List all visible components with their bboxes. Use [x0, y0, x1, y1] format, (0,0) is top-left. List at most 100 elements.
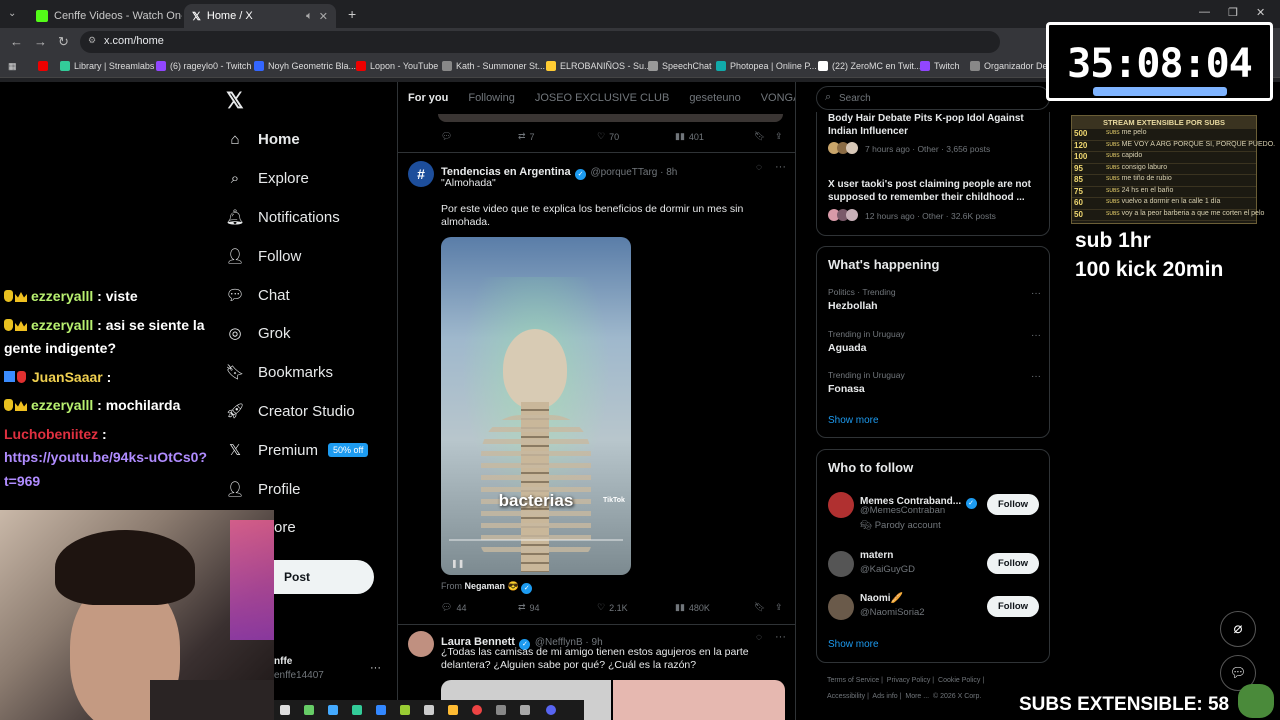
reply-button[interactable]: 💬︎ 44: [441, 602, 466, 613]
taskbar-app-icon[interactable]: [424, 705, 434, 715]
bookmark-youtube[interactable]: [38, 61, 48, 71]
bookmark-icon[interactable]: 🔖︎: [754, 602, 765, 613]
reply-icon[interactable]: 💬︎: [441, 131, 452, 142]
minimize-icon[interactable]: —: [1199, 6, 1210, 18]
nav-follow[interactable]: 👤︎ Follow: [225, 247, 301, 266]
repost-button[interactable]: ⇄ 94: [518, 602, 540, 613]
nav-explore[interactable]: ⌕ Explore: [226, 169, 309, 187]
suggestion-name[interactable]: Naomi🥖: [860, 593, 903, 604]
site-info-icon[interactable]: ⚙︎: [88, 35, 96, 46]
apps-icon[interactable]: ▦: [8, 61, 17, 72]
grok-icon[interactable]: ◌: [756, 162, 762, 173]
avatar[interactable]: #: [408, 161, 434, 187]
news-title[interactable]: X user taoki's post claiming people are …: [828, 178, 1043, 204]
bookmark-item[interactable]: Kath - Summoner St...: [442, 61, 545, 71]
taskbar-app-icon[interactable]: [328, 705, 338, 715]
reload-icon[interactable]: ↻: [58, 34, 69, 50]
play-pause-icon[interactable]: ❚❚: [451, 559, 464, 568]
taskbar-app-icon[interactable]: [304, 705, 314, 715]
bookmark-item[interactable]: Photopea | Online P...: [716, 61, 817, 71]
restore-icon[interactable]: ❐: [1228, 6, 1238, 19]
trend-name[interactable]: Fonasa: [828, 383, 865, 395]
show-more-link[interactable]: Show more: [828, 415, 879, 426]
footer-link[interactable]: Cookie Policy: [938, 677, 980, 684]
chat-link[interactable]: https://youtu.be/94ks-uOtCs0?: [4, 449, 207, 465]
share-icon[interactable]: ⇪: [775, 602, 783, 613]
tab-list[interactable]: geseteuno: [679, 82, 750, 114]
bookmark-item[interactable]: Organizador De Z: [970, 61, 1056, 71]
nav-creator-studio[interactable]: 🚀︎ Creator Studio: [225, 402, 354, 421]
nav-chat[interactable]: 💬︎ Chat: [225, 286, 289, 305]
avatar[interactable]: [828, 551, 854, 577]
bookmark-item[interactable]: Library | Streamlabs: [60, 61, 154, 71]
post-image[interactable]: [613, 680, 785, 720]
search-box[interactable]: ⌕ Search: [816, 86, 1050, 110]
nav-more[interactable]: ore: [274, 519, 296, 536]
x-logo-icon[interactable]: 𝕏: [226, 88, 244, 114]
bookmark-item[interactable]: (22) ZeroMC en Twit...: [818, 61, 921, 71]
nav-home[interactable]: ⌂ Home: [226, 130, 299, 148]
tab-search-icon[interactable]: ⌄: [8, 8, 16, 19]
bookmark-item[interactable]: Twitch: [920, 61, 960, 71]
suggestion-name[interactable]: matern: [860, 550, 893, 561]
footer-link[interactable]: Terms of Service: [827, 677, 879, 684]
grok-float-button[interactable]: ⌀: [1220, 611, 1256, 647]
tab-for-you[interactable]: For you: [398, 82, 458, 114]
trend-name[interactable]: Aguada: [828, 342, 867, 354]
taskbar-app-icon[interactable]: [448, 705, 458, 715]
author-handle[interactable]: @porqueTTarg · 8h: [591, 167, 678, 178]
speaker-icon[interactable]: 🔈︎: [306, 10, 313, 23]
taskbar-app-icon[interactable]: [352, 705, 362, 715]
close-icon[interactable]: ✕: [319, 10, 328, 23]
follow-button[interactable]: Follow: [987, 553, 1039, 574]
views-button[interactable]: ▮▮ 401: [675, 131, 704, 142]
address-bar[interactable]: ⚙︎ x.com/home: [80, 31, 1000, 53]
taskbar-app-icon[interactable]: [376, 705, 386, 715]
footer-link[interactable]: More ...: [905, 693, 929, 700]
taskbar-app-icon[interactable]: [520, 705, 530, 715]
views-button[interactable]: ▮▮ 480K: [675, 602, 710, 613]
taskbar-app-icon[interactable]: [496, 705, 506, 715]
nav-grok[interactable]: ◎ Grok: [226, 324, 290, 343]
follow-button[interactable]: Follow: [987, 494, 1039, 515]
avatar[interactable]: [408, 631, 434, 657]
taskbar-app-icon[interactable]: [280, 705, 290, 715]
post-button[interactable]: Post: [274, 560, 374, 594]
tab-list[interactable]: JOSEO EXCLUSIVE CLUB: [525, 82, 680, 114]
bookmark-item[interactable]: Noyh Geometric Bla...: [254, 61, 356, 71]
tab-list[interactable]: VONGANG: [751, 82, 795, 114]
repost-button[interactable]: ⇄ 7: [518, 131, 535, 142]
more-icon[interactable]: ···: [1031, 371, 1041, 382]
chrome-taskbar-icon[interactable]: [472, 705, 482, 715]
share-icon[interactable]: ⇪: [775, 131, 783, 142]
like-button[interactable]: ♡ 2.1K: [597, 602, 628, 613]
news-title[interactable]: Body Hair Debate Pits K-pop Idol Against…: [828, 112, 1043, 138]
tab-x-home[interactable]: 𝕏 Home / X 🔈︎ ✕: [184, 4, 336, 28]
nav-bookmarks[interactable]: 🔖︎ Bookmarks: [225, 363, 333, 382]
tab-following[interactable]: Following: [458, 82, 524, 114]
post-video[interactable]: bacterias TikTok ❚❚: [441, 237, 631, 575]
back-icon[interactable]: ←: [10, 34, 23, 49]
like-button[interactable]: ♡ 70: [597, 131, 619, 142]
video-progress[interactable]: [449, 539, 623, 541]
more-icon[interactable]: ···: [775, 631, 786, 643]
nav-premium[interactable]: 𝕏 Premium 50% off: [226, 441, 369, 459]
grok-icon[interactable]: ◌: [756, 632, 762, 643]
discord-taskbar-icon[interactable]: [546, 705, 556, 715]
more-icon[interactable]: ···: [1031, 330, 1041, 341]
bookmark-item[interactable]: ELROBANIÑOS - Su...: [546, 61, 652, 71]
bookmark-item[interactable]: SpeechChat: [648, 61, 712, 71]
more-icon[interactable]: ···: [1031, 288, 1041, 299]
tab-kick[interactable]: Cenffe Videos - Watch On-Dem ✕: [28, 4, 182, 28]
forward-icon[interactable]: →: [34, 34, 47, 49]
close-window-icon[interactable]: ✕: [1256, 6, 1265, 19]
trend-name[interactable]: Hezbollah: [828, 300, 878, 312]
follow-button[interactable]: Follow: [987, 596, 1039, 617]
footer-link[interactable]: Accessibility: [827, 693, 865, 700]
previous-post-media[interactable]: [438, 114, 783, 122]
nav-notifications[interactable]: 🔔︎ Notifications: [225, 208, 339, 227]
chat-link[interactable]: t=969: [4, 473, 40, 489]
account-menu-icon[interactable]: ···: [370, 662, 381, 674]
taskbar-app-icon[interactable]: [400, 705, 410, 715]
avatar[interactable]: [828, 492, 854, 518]
